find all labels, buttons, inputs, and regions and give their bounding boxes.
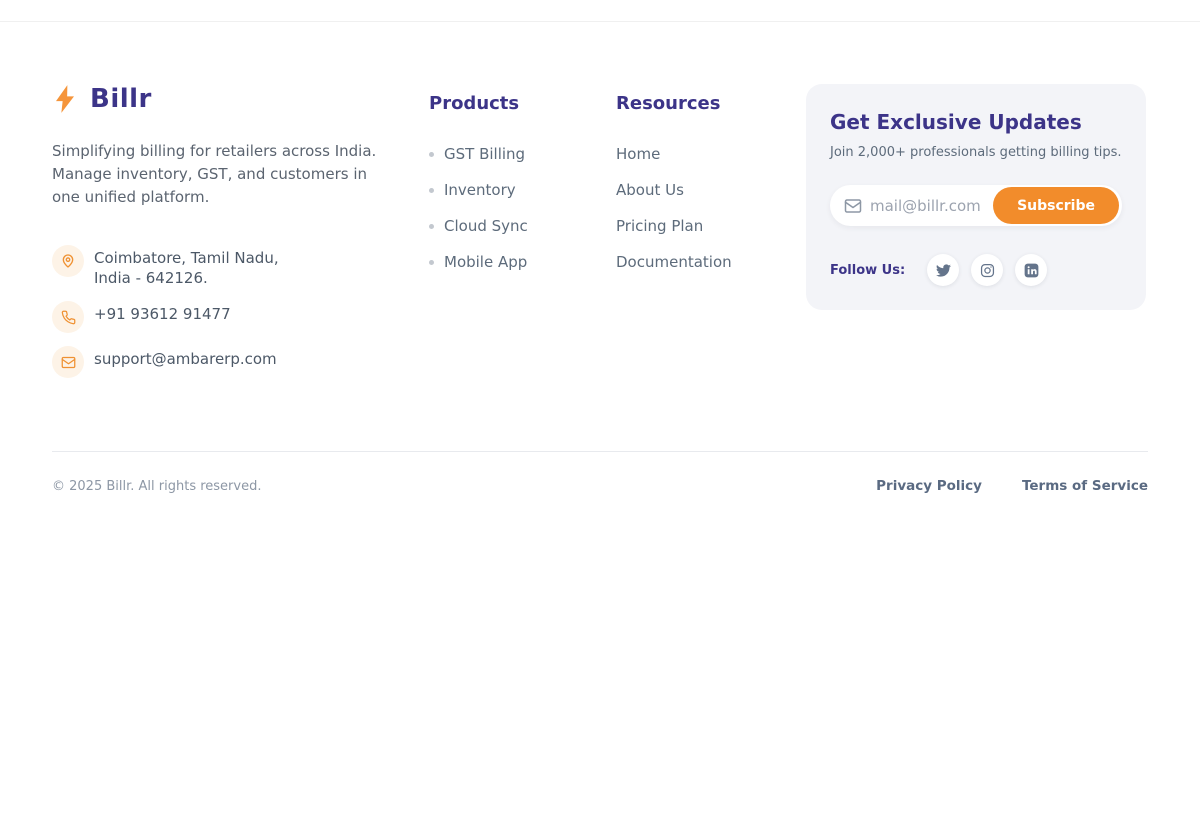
list-item: GST Billing bbox=[429, 144, 589, 164]
brand-tagline: Simplifying billing for retailers across… bbox=[52, 140, 382, 209]
products-column: Products GST Billing Inventory Cloud Syn… bbox=[429, 84, 589, 288]
newsletter-title: Get Exclusive Updates bbox=[830, 110, 1122, 134]
list-item: Home bbox=[616, 144, 766, 164]
link-cloud-sync[interactable]: Cloud Sync bbox=[444, 217, 528, 235]
phone-number[interactable]: +91 93612 91477 bbox=[94, 301, 231, 324]
brand-logo: Billr bbox=[52, 84, 404, 114]
footer-bottom-bar: © 2025 Billr. All rights reserved. Priva… bbox=[52, 451, 1148, 520]
brand-column: Billr Simplifying billing for retailers … bbox=[52, 84, 404, 391]
products-heading: Products bbox=[429, 93, 589, 114]
lightning-bolt-icon bbox=[52, 84, 78, 114]
instagram-icon bbox=[980, 263, 995, 278]
linkedin-icon bbox=[1024, 263, 1039, 278]
twitter-button[interactable] bbox=[927, 254, 959, 286]
copyright-text: © 2025 Billr. All rights reserved. bbox=[52, 479, 261, 494]
link-gst-billing[interactable]: GST Billing bbox=[444, 145, 525, 163]
link-inventory[interactable]: Inventory bbox=[444, 181, 516, 199]
contact-list: Coimbatore, Tamil Nadu, India - 642126. … bbox=[52, 245, 404, 378]
address-line-2: India - 642126. bbox=[94, 268, 279, 288]
bullet-dot bbox=[429, 260, 434, 265]
linkedin-button[interactable] bbox=[1015, 254, 1047, 286]
link-pricing-plan[interactable]: Pricing Plan bbox=[616, 217, 703, 235]
bullet-dot bbox=[429, 152, 434, 157]
privacy-policy-link[interactable]: Privacy Policy bbox=[876, 478, 982, 494]
resources-heading: Resources bbox=[616, 93, 766, 114]
bullet-dot bbox=[429, 188, 434, 193]
link-mobile-app[interactable]: Mobile App bbox=[444, 253, 527, 271]
social-row: Follow Us: bbox=[830, 254, 1122, 286]
list-item: Cloud Sync bbox=[429, 216, 589, 236]
list-item: About Us bbox=[616, 180, 766, 200]
subscribe-button[interactable]: Subscribe bbox=[993, 187, 1119, 224]
newsletter-card: Get Exclusive Updates Join 2,000+ profes… bbox=[806, 84, 1146, 310]
contact-email: support@ambarerp.com bbox=[52, 346, 404, 378]
terms-of-service-link[interactable]: Terms of Service bbox=[1022, 478, 1148, 494]
site-footer: Billr Simplifying billing for retailers … bbox=[0, 21, 1200, 520]
email-address[interactable]: support@ambarerp.com bbox=[94, 346, 277, 369]
follow-us-label: Follow Us: bbox=[830, 263, 905, 278]
twitter-icon bbox=[936, 263, 951, 278]
subscribe-form: Subscribe bbox=[830, 185, 1122, 226]
list-item: Documentation bbox=[616, 252, 766, 272]
list-item: Inventory bbox=[429, 180, 589, 200]
contact-phone: +91 93612 91477 bbox=[52, 301, 404, 333]
mail-icon bbox=[844, 197, 862, 215]
link-documentation[interactable]: Documentation bbox=[616, 253, 732, 271]
list-item: Mobile App bbox=[429, 252, 589, 272]
link-home[interactable]: Home bbox=[616, 145, 660, 163]
resources-column: Resources Home About Us Pricing Plan Doc… bbox=[616, 84, 766, 288]
brand-name: Billr bbox=[90, 84, 152, 114]
address-line-1: Coimbatore, Tamil Nadu, bbox=[94, 248, 279, 268]
email-input[interactable] bbox=[870, 197, 1000, 215]
email-icon bbox=[52, 346, 84, 378]
instagram-button[interactable] bbox=[971, 254, 1003, 286]
link-about-us[interactable]: About Us bbox=[616, 181, 684, 199]
bullet-dot bbox=[429, 224, 434, 229]
phone-icon bbox=[52, 301, 84, 333]
location-pin-icon bbox=[52, 245, 84, 277]
contact-address: Coimbatore, Tamil Nadu, India - 642126. bbox=[52, 245, 404, 288]
newsletter-subtitle: Join 2,000+ professionals getting billin… bbox=[830, 145, 1122, 160]
list-item: Pricing Plan bbox=[616, 216, 766, 236]
